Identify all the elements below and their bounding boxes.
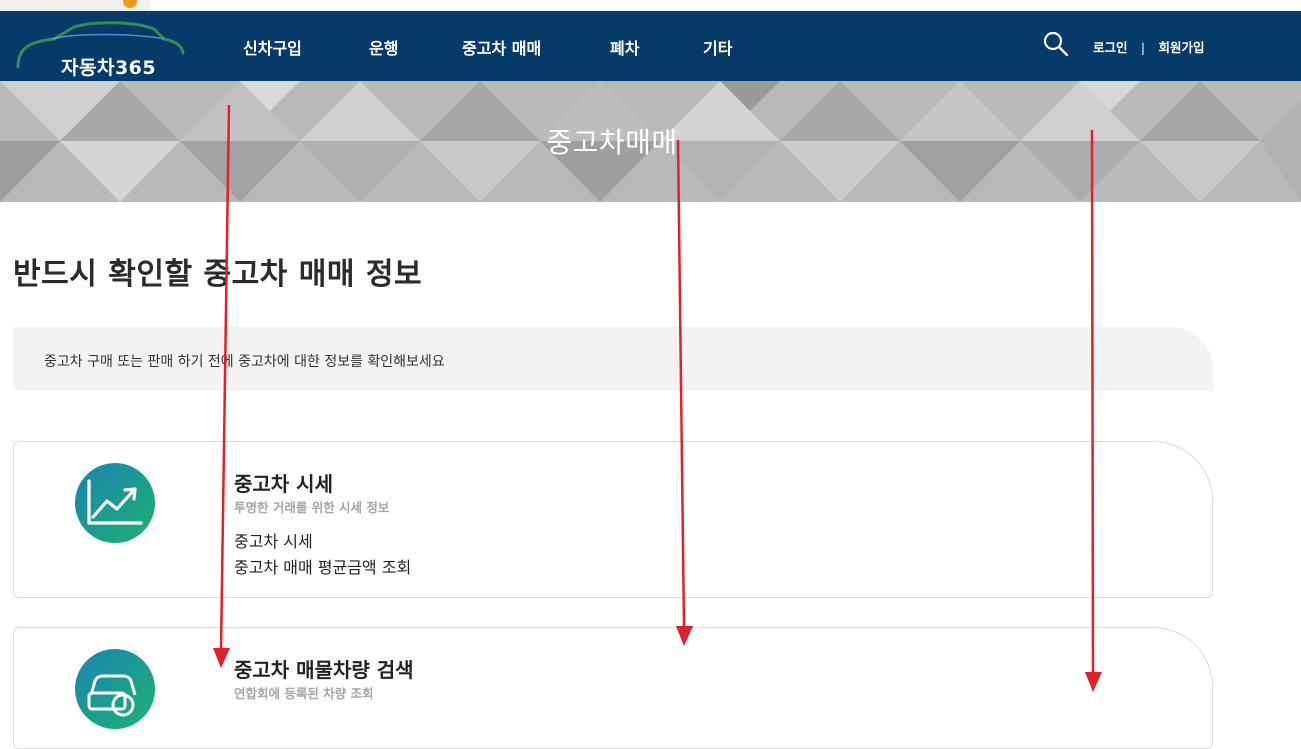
logo-text: 자동차365 — [61, 57, 157, 79]
card-title: 중고차 시세 — [234, 472, 333, 496]
card-subtitle: 투명한 거래를 위한 시세 정보 — [234, 500, 390, 515]
nav-item-scrap[interactable]: 폐차 — [610, 35, 639, 59]
nav-item-etc[interactable]: 기타 — [703, 35, 732, 59]
card-used-car-price: 중고차 시세 투명한 거래를 위한 시세 정보 중고차 시세 중고차 매매 평균… — [13, 441, 1213, 598]
signup-link[interactable]: 회원가입 — [1158, 37, 1204, 56]
nav-item-driving[interactable]: 운행 — [369, 35, 398, 59]
browser-top-strip — [0, 0, 1301, 11]
page-heading: 반드시 확인할 중고차 매매 정보 — [13, 257, 423, 292]
used-car-price-link[interactable]: 중고차 시세 — [234, 528, 313, 552]
hero-title: 중고차매매 — [546, 126, 678, 159]
car-search-icon — [75, 649, 155, 729]
site-logo[interactable]: 자동차365 — [14, 17, 186, 79]
notice-text: 중고차 구매 또는 판매 하기 전에 중고차에 대한 정보를 확인해보세요 — [44, 354, 445, 370]
top-navigation-bar: 자동차365 신차구입 운행 중고차 매매 폐차 기타 로그인 | 회원가입 — [0, 11, 1301, 81]
login-link[interactable]: 로그인 — [1093, 37, 1128, 56]
card-vehicle-search: 중고차 매물차량 검색 연합회에 등록된 차량 조회 — [13, 627, 1213, 749]
nav-item-used-car[interactable]: 중고차 매매 — [462, 35, 541, 59]
auth-separator: | — [1140, 40, 1146, 55]
card-subtitle: 연합회에 등록된 차량 조회 — [234, 686, 374, 701]
nav-item-new-car[interactable]: 신차구입 — [243, 35, 302, 59]
trend-chart-icon — [75, 463, 155, 543]
card-title: 중고차 매물차량 검색 — [234, 658, 414, 682]
auth-links: 로그인 | 회원가입 — [1093, 37, 1204, 56]
average-price-lookup-link[interactable]: 중고차 매매 평균금액 조회 — [234, 554, 411, 578]
notice-box: 중고차 구매 또는 판매 하기 전에 중고차에 대한 정보를 확인해보세요 — [13, 327, 1213, 391]
search-icon[interactable] — [1043, 31, 1069, 57]
hero-banner: 중고차매매 — [0, 81, 1301, 202]
